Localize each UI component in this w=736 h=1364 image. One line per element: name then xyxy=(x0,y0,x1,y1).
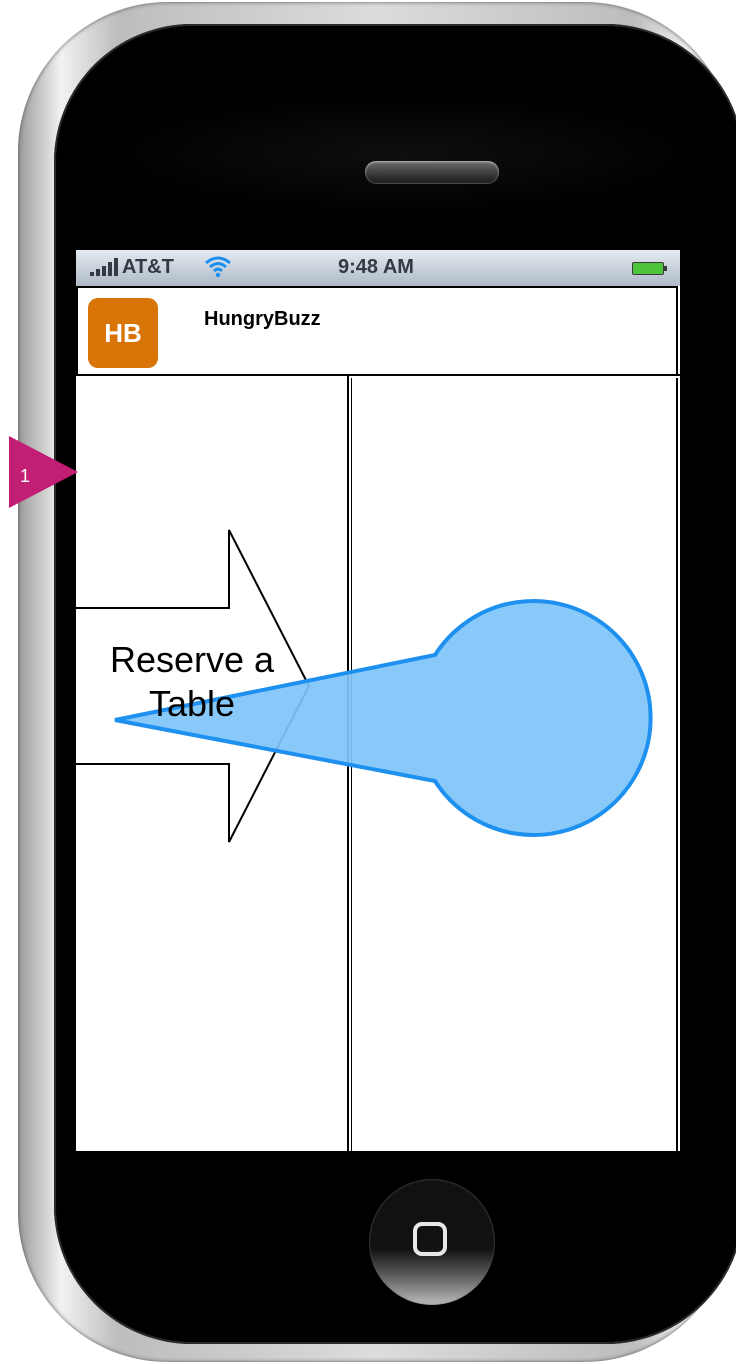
battery-icon xyxy=(632,262,667,275)
app-header: HB HungryBuzz xyxy=(76,286,678,376)
signal-bars-icon xyxy=(90,256,118,276)
left-panel xyxy=(76,376,349,1151)
status-time: 9:48 AM xyxy=(338,256,414,278)
status-bar: AT&T 9:48 AM xyxy=(76,250,680,286)
earpiece-speaker xyxy=(365,161,499,183)
annotation-marker-number: 1 xyxy=(20,466,31,486)
carrier-label: AT&T xyxy=(122,256,174,278)
home-button-icon xyxy=(413,1222,447,1256)
right-panel xyxy=(351,378,678,1151)
bezel-sheen xyxy=(104,94,704,214)
app-title: HungryBuzz xyxy=(204,308,321,330)
reserve-table-button-label[interactable]: Reserve a Table xyxy=(96,638,288,726)
app-logo[interactable]: HB xyxy=(88,298,158,368)
home-button[interactable] xyxy=(369,1179,495,1305)
wifi-icon xyxy=(205,256,231,278)
